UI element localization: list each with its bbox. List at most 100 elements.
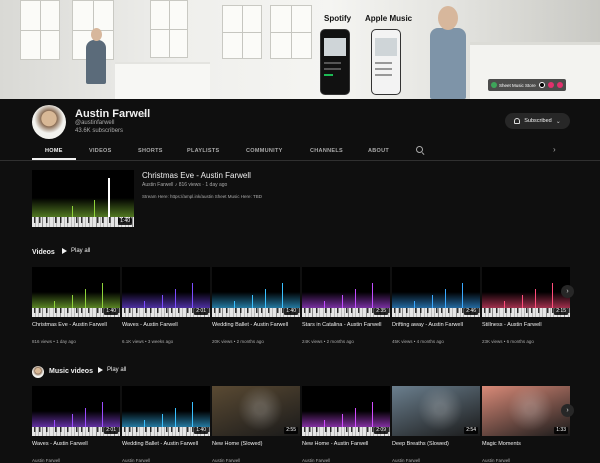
video-duration: 1:40 [194, 427, 208, 434]
channel-mini-avatar [32, 366, 44, 378]
spotify-label: Spotify [324, 14, 352, 23]
channel-banner: Spotify Apple Music Sheet Music Store [0, 0, 600, 99]
video-thumbnail[interactable]: 2:01 [32, 386, 120, 436]
video-meta: Austin Farwell [302, 458, 331, 463]
featured-video-thumbnail[interactable]: 1:40 [32, 170, 134, 227]
subscriber-count: 43.6K subscribers [75, 128, 124, 134]
search-icon[interactable] [416, 146, 423, 153]
video-title[interactable]: Magic Moments [482, 441, 570, 448]
video-duration: 1:40 [284, 308, 298, 315]
video-meta: Austin Farwell [392, 458, 421, 463]
video-meta: 23K views • 6 months ago [482, 339, 534, 344]
video-meta: 20K views • 2 months ago [212, 339, 264, 344]
tab-community[interactable]: COMMUNITY [246, 142, 283, 160]
tab-playlists[interactable]: PLAYLISTS [187, 142, 219, 160]
tab-shorts[interactable]: SHORTS [138, 142, 163, 160]
instagram-link[interactable] [556, 82, 563, 88]
videos-play-all-button[interactable]: Play all [62, 248, 90, 254]
tiktok-link[interactable] [538, 82, 545, 88]
video-meta: Austin Farwell [122, 458, 151, 463]
channel-name: Austin Farwell [75, 108, 151, 120]
video-meta: 6.1K views • 3 weeks ago [122, 339, 174, 344]
video-title[interactable]: Christmas Eve - Austin Farwell [32, 322, 120, 329]
featured-video-meta: Austin Farwell ♪ 816 views · 1 day ago [142, 182, 227, 188]
tiktok-icon [538, 82, 545, 88]
banner-links[interactable]: Sheet Music Store [488, 79, 566, 91]
video-meta: 24K views • 2 months ago [302, 339, 354, 344]
chevron-right-icon[interactable]: › [553, 145, 556, 154]
video-meta: 816 views • 1 day ago [32, 339, 76, 344]
video-thumbnail[interactable]: 1:40 [122, 386, 210, 436]
bell-icon [514, 118, 521, 124]
pianist-head [91, 28, 102, 41]
featured-video-description: Stream Here: https://ampl.ink/austin She… [142, 194, 262, 199]
instagram-link[interactable] [547, 82, 554, 88]
music-videos-play-all-button[interactable]: Play all [98, 367, 126, 373]
piano-illustration [115, 62, 210, 99]
tab-about[interactable]: ABOUT [368, 142, 389, 160]
videos-next-button[interactable]: › [561, 285, 574, 298]
video-thumbnail[interactable]: 2:09 [302, 386, 390, 436]
video-thumbnail[interactable]: 2:35 [302, 267, 390, 317]
tab-channels[interactable]: CHANNELS [310, 142, 343, 160]
video-meta: Austin Farwell [482, 458, 511, 463]
window-decoration [20, 0, 60, 60]
video-duration: 2:01 [104, 427, 118, 434]
channel-handle: @austinfarwell [75, 120, 115, 126]
video-meta: Austin Farwell [212, 458, 241, 463]
featured-video-title[interactable]: Christmas Eve - Austin Farwell [142, 171, 251, 180]
video-thumbnail[interactable]: 2:55 [212, 386, 300, 436]
pianist-figure [430, 28, 466, 99]
video-title[interactable]: Stillness - Austin Farwell [482, 322, 570, 329]
video-thumbnail[interactable]: 1:33 [482, 386, 570, 436]
video-title[interactable]: Wedding Ballet - Austin Farwell [212, 322, 300, 329]
video-duration: 2:46 [464, 308, 478, 315]
spotify-phone-icon [320, 29, 350, 95]
window-decoration [150, 0, 188, 58]
channel-avatar[interactable] [32, 105, 66, 139]
video-duration: 2:09 [374, 427, 388, 434]
channel-link[interactable]: Austin Farwell [142, 182, 173, 188]
video-thumbnail[interactable]: 2:54 [392, 386, 480, 436]
music-note-icon: ♪ [142, 110, 146, 119]
video-title[interactable]: New Home - Austin Farwell [302, 441, 390, 448]
video-title[interactable]: Waves - Austin Farwell [32, 441, 120, 448]
video-meta: Austin Farwell [32, 458, 61, 463]
sheet-music-store-link[interactable]: Sheet Music Store [491, 82, 536, 88]
music-videos-section-title: Music videos [49, 368, 93, 375]
video-thumbnail[interactable]: 2:01 [122, 267, 210, 317]
window-decoration [222, 5, 262, 59]
view-stats: 816 views · 1 day ago [178, 182, 228, 188]
music-videos-next-button[interactable]: › [561, 404, 574, 417]
play-icon [62, 248, 67, 254]
play-icon [98, 367, 103, 373]
video-duration: 1:33 [554, 427, 568, 434]
pianist-figure [86, 40, 106, 84]
video-title[interactable]: Deep Breaths (Slowed) [392, 441, 480, 448]
video-duration: 2:35 [374, 308, 388, 315]
video-title[interactable]: Wedding Ballet - Austin Farwell [122, 441, 210, 448]
subscribed-button[interactable]: Subscribed ⌄ [505, 113, 570, 129]
video-title[interactable]: New Home (Slowed) [212, 441, 300, 448]
videos-section-title: Videos [32, 249, 55, 256]
video-title[interactable]: Stars in Catalina - Austin Farwell [302, 322, 390, 329]
chevron-down-icon: ⌄ [555, 118, 561, 125]
instagram-icon [547, 82, 554, 88]
tabs-divider [0, 160, 600, 161]
video-thumbnail[interactable]: 2:46 [392, 267, 480, 317]
instagram-icon [556, 82, 563, 88]
window-decoration [270, 5, 312, 59]
video-duration: 2:55 [284, 427, 298, 434]
video-thumbnail[interactable]: 1:40 [32, 267, 120, 317]
video-title[interactable]: Waves - Austin Farwell [122, 322, 210, 329]
video-duration: 1:40 [118, 218, 132, 225]
video-duration: 1:40 [104, 308, 118, 315]
tab-videos[interactable]: VIDEOS [89, 142, 112, 160]
pianist-head [438, 6, 458, 30]
video-duration: 2:15 [554, 308, 568, 315]
video-title[interactable]: Drifting away - Austin Farwell [392, 322, 480, 329]
video-thumbnail[interactable]: 1:40 [212, 267, 300, 317]
video-thumbnail[interactable]: 2:15 [482, 267, 570, 317]
apple-music-phone-icon [371, 29, 401, 95]
video-duration: 2:01 [194, 308, 208, 315]
